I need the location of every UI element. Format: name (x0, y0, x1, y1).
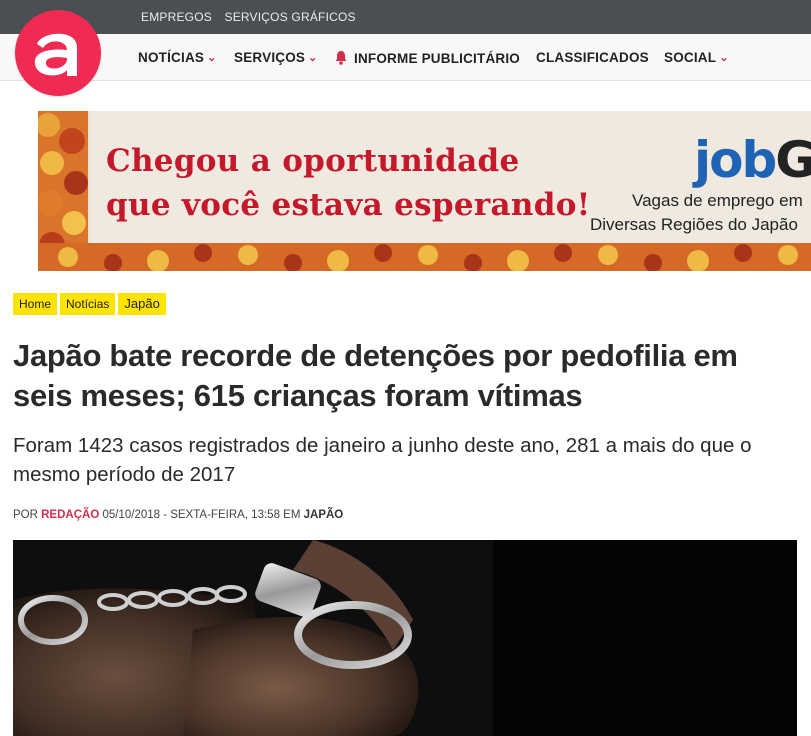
ad-banner[interactable]: Chegou a oportunidade que você estava es… (38, 111, 811, 271)
article-date: 05/10/2018 - SEXTA-FEIRA, 13:58 (102, 509, 280, 521)
banner-subtext-line2: Diversas Regiões do Japão (590, 215, 798, 234)
logo-a-icon (34, 33, 77, 76)
nav-item-servicos[interactable]: SERVIÇOS ⌄ (234, 50, 318, 65)
banner-headline-line: que você estava esperando! (106, 187, 591, 223)
banner-brand-logo: jobGU (694, 131, 811, 189)
nav-item-label: NOTÍCIAS (138, 50, 205, 65)
nav-item-social[interactable]: SOCIAL ⌄ (664, 50, 729, 65)
nav-item-noticias[interactable]: NOTÍCIAS ⌄ (138, 50, 217, 65)
chevron-down-icon: ⌄ (719, 52, 729, 64)
bell-icon (335, 51, 347, 65)
article-title: Japão bate recorde de detenções por pedo… (13, 338, 738, 413)
article-meta: POR REDAÇÃO 05/10/2018 - SEXTA-FEIRA, 13… (13, 509, 343, 521)
chevron-down-icon: ⌄ (308, 52, 318, 64)
breadcrumb-home[interactable]: Home (13, 293, 58, 315)
autumn-leaves-border (38, 243, 811, 271)
breadcrumb-noticias[interactable]: Notícias (60, 293, 116, 315)
chevron-down-icon: ⌄ (207, 52, 217, 64)
article-hero-image (13, 540, 797, 736)
nav-item-label: CLASSIFICADOS (536, 50, 649, 65)
brand-part-gu: GU (775, 131, 811, 189)
link-empregos[interactable]: EMPREGOS (141, 10, 212, 24)
meta-by-label: POR (13, 509, 38, 521)
meta-in-label: EM (283, 509, 301, 521)
breadcrumb: Home Notícias Japão (13, 293, 166, 315)
link-servicos-graficos[interactable]: SERVIÇOS GRÁFICOS (225, 10, 356, 24)
nav-item-label: INFORME PUBLICITÁRIO (354, 51, 520, 66)
brand-part-job: job (694, 131, 777, 189)
nav-item-label: SOCIAL (664, 50, 717, 65)
nav-item-classificados[interactable]: CLASSIFICADOS (536, 50, 649, 65)
nav-item-label: SERVIÇOS (234, 50, 306, 65)
site-logo[interactable] (15, 10, 101, 96)
breadcrumb-japao[interactable]: Japão (118, 293, 166, 315)
utility-links: EMPREGOS SERVIÇOS GRÁFICOS (141, 10, 365, 24)
top-utility-bar: EMPREGOS SERVIÇOS GRÁFICOS (0, 0, 811, 34)
main-navigation: NOTÍCIAS ⌄ SERVIÇOS ⌄ INFORME PUBLICITÁRIO… (0, 34, 811, 81)
article-category[interactable]: JAPÃO (304, 509, 344, 521)
article-subtitle: Foram 1423 casos registrados de janeiro … (13, 434, 752, 486)
banner-subtext-line1: Vagas de emprego em (632, 191, 803, 210)
article-author[interactable]: REDAÇÃO (41, 509, 99, 521)
banner-headline: Chegou a oportunidade que você estava es… (106, 139, 591, 227)
banner-headline-line: Chegou a oportunidade (106, 143, 520, 179)
handcuffs-photo (13, 540, 797, 736)
nav-item-informe-publicitario[interactable]: INFORME PUBLICITÁRIO (334, 50, 520, 66)
